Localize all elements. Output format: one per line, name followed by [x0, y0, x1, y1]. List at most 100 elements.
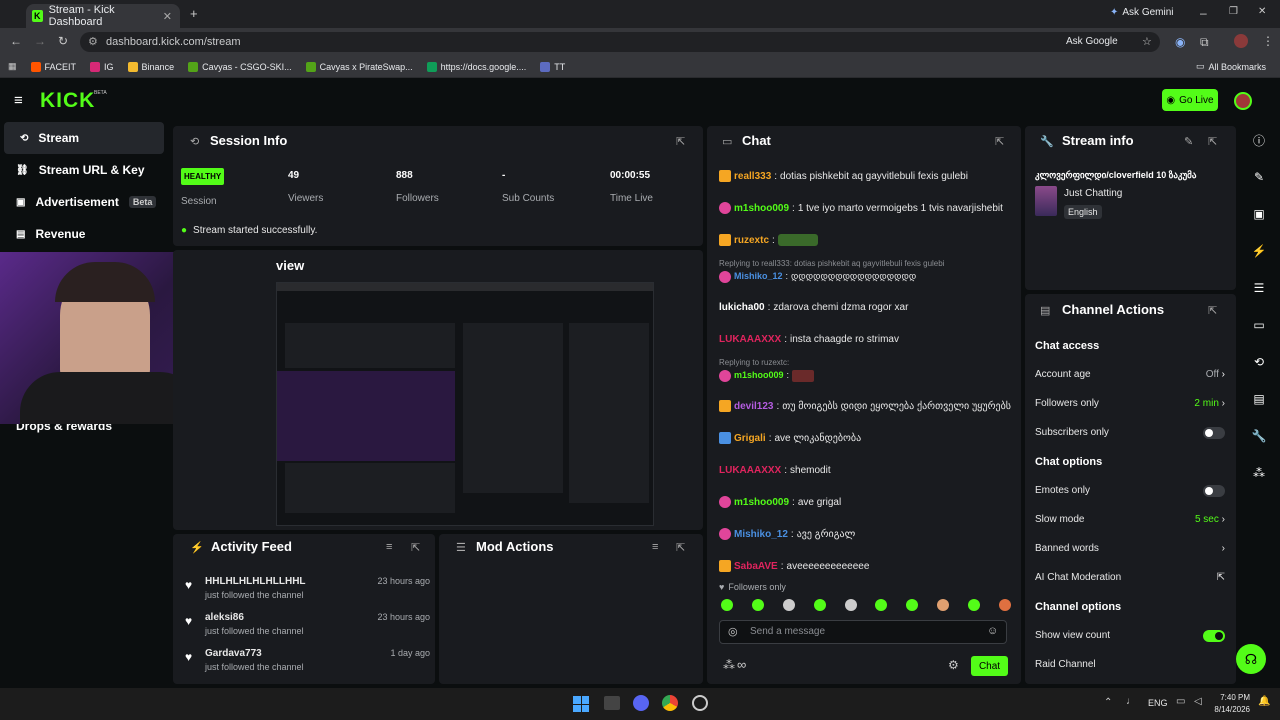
- chevron-right-icon: ›: [1221, 514, 1225, 525]
- emote-icon[interactable]: [721, 599, 733, 611]
- bookmark-docs[interactable]: https://docs.google....: [426, 61, 526, 72]
- taskbar-date[interactable]: 8/14/2026: [1212, 705, 1250, 714]
- edit-pencil-icon[interactable]: ✎: [1184, 135, 1193, 148]
- browser-tab[interactable]: K Stream - Kick Dashboard ✕: [26, 4, 180, 28]
- volume-icon[interactable]: ◁: [1194, 696, 1202, 707]
- popout-icon[interactable]: ⇱: [1208, 135, 1217, 148]
- emote-icon[interactable]: [875, 599, 888, 611]
- popout-icon[interactable]: ⇱: [676, 541, 685, 554]
- popout-icon[interactable]: ⇱: [676, 135, 685, 148]
- new-tab-icon[interactable]: +: [190, 6, 198, 21]
- chevron-up-icon[interactable]: ⌃: [1104, 697, 1112, 708]
- list-icon[interactable]: ☰: [1247, 276, 1271, 300]
- sidebar-item-stream[interactable]: ⟲ Stream: [4, 122, 164, 154]
- emote-icon[interactable]: [998, 599, 1011, 611]
- emote-icon[interactable]: [968, 599, 980, 611]
- emote-icon[interactable]: [906, 599, 919, 611]
- emote-icon[interactable]: [844, 599, 857, 611]
- bookmark-cavyas-pirateswap[interactable]: Cavyas x PirateSwap...: [305, 61, 413, 72]
- slow-mode-setting[interactable]: Slow mode 5 sec ›: [1035, 505, 1225, 534]
- user-badge-icon[interactable]: ◎: [728, 625, 738, 638]
- extension-icon[interactable]: ◉: [1175, 35, 1185, 49]
- bookmark-ig[interactable]: IG: [90, 61, 114, 72]
- notifications-icon[interactable]: 🔔: [1258, 696, 1270, 707]
- site-info-icon[interactable]: ⚙: [88, 32, 98, 52]
- discord-icon[interactable]: [633, 695, 649, 711]
- chat-input[interactable]: ◎ Send a message ☺: [719, 620, 1007, 644]
- microphone-icon[interactable]: ♩: [1126, 696, 1136, 707]
- lightning-icon[interactable]: ⚡: [1247, 239, 1271, 263]
- bookmark-cavyas-csgo[interactable]: Cavyas - CSGO-SKI...: [188, 61, 292, 72]
- banned-words-setting[interactable]: Banned words ›: [1035, 534, 1225, 563]
- info-icon[interactable]: ⓘ: [1247, 128, 1271, 152]
- chrome-icon[interactable]: [662, 695, 678, 711]
- close-window-icon[interactable]: ✕: [1258, 6, 1266, 17]
- emote-icon[interactable]: [813, 599, 826, 611]
- language-tag: English: [1064, 205, 1102, 219]
- emoji-icon[interactable]: ☺: [987, 625, 998, 637]
- popout-icon[interactable]: ⇱: [1208, 304, 1217, 317]
- filter-icon[interactable]: ≡: [652, 541, 658, 553]
- all-bookmarks[interactable]: ▭ All Bookmarks: [1196, 61, 1266, 72]
- maximize-icon[interactable]: ❐: [1229, 6, 1238, 17]
- chat-icon[interactable]: ▭: [1247, 313, 1271, 337]
- extensions-puzzle-icon[interactable]: ⧉: [1200, 35, 1209, 50]
- raid-channel-setting[interactable]: Raid Channel: [1035, 650, 1225, 679]
- profile-avatar[interactable]: [1234, 34, 1248, 48]
- wrench-icon[interactable]: 🔧: [1247, 424, 1271, 448]
- category-name[interactable]: Just Chatting: [1064, 188, 1122, 199]
- ask-gemini-button[interactable]: ✦ Ask Gemini: [1110, 7, 1174, 18]
- reload-icon[interactable]: ↻: [58, 34, 68, 48]
- apps-grid-icon[interactable]: ▦: [8, 61, 17, 72]
- users-icon[interactable]: ⁂: [1247, 461, 1271, 485]
- chat-message: m1shoo009: ave grigal: [719, 486, 1015, 518]
- emote-icon[interactable]: [751, 599, 764, 611]
- stream-preview-video[interactable]: [276, 282, 654, 526]
- chatters-icon[interactable]: ⁂: [723, 658, 735, 672]
- emote-icon[interactable]: [782, 599, 795, 611]
- bookmark-tt[interactable]: TT: [540, 61, 565, 72]
- show-view-count-setting: Show view count: [1035, 621, 1225, 650]
- send-chat-button[interactable]: Chat: [971, 656, 1008, 676]
- network-icon[interactable]: ▭: [1176, 696, 1185, 707]
- chat-settings-gear-icon[interactable]: ⚙: [948, 658, 959, 672]
- user-avatar[interactable]: [1234, 92, 1252, 110]
- steam-icon[interactable]: [692, 695, 708, 711]
- ask-google-button[interactable]: Ask Google: [1066, 32, 1118, 52]
- popout-icon[interactable]: ⇱: [411, 541, 420, 554]
- broadcast-icon[interactable]: ⟲: [1247, 350, 1271, 374]
- sidebar-item-advertisement[interactable]: ▣ Advertisement Beta: [0, 186, 168, 218]
- video-icon[interactable]: ▣: [1247, 202, 1271, 226]
- kick-logo[interactable]: KICK: [40, 89, 95, 113]
- show-view-count-toggle[interactable]: [1203, 629, 1225, 642]
- filter-icon[interactable]: ≡: [386, 541, 392, 553]
- minimize-icon[interactable]: –: [1200, 6, 1207, 20]
- edit-icon[interactable]: ✎: [1247, 165, 1271, 189]
- browser-menu-icon[interactable]: ⋮: [1262, 34, 1274, 48]
- support-headset-icon[interactable]: ☊: [1236, 644, 1266, 674]
- ai-chat-moderation-setting[interactable]: AI Chat Moderation ⇱: [1035, 563, 1225, 592]
- sidebar-item-stream-url-key[interactable]: ⛓ Stream URL & Key: [0, 154, 168, 186]
- url-field[interactable]: ⚙ dashboard.kick.com/stream Ask Google ☆: [80, 32, 1160, 52]
- emotes-only-toggle[interactable]: [1203, 484, 1225, 497]
- channel-actions-icon[interactable]: ▤: [1247, 387, 1271, 411]
- sidebar-item-revenue[interactable]: ▤ Revenue: [0, 218, 168, 250]
- file-explorer-icon[interactable]: [604, 696, 620, 710]
- close-tab-icon[interactable]: ✕: [163, 10, 172, 23]
- account-age-setting[interactable]: Account age Off ›: [1035, 360, 1225, 389]
- windows-start-icon[interactable]: [573, 696, 589, 712]
- bookmark-faceit[interactable]: FACEIT: [30, 61, 76, 72]
- input-language[interactable]: ENG: [1148, 698, 1168, 708]
- back-icon[interactable]: ←: [10, 34, 22, 48]
- taskbar-time[interactable]: 7:40 PM: [1212, 693, 1250, 702]
- hamburger-menu-icon[interactable]: ≡: [14, 92, 23, 109]
- go-live-button[interactable]: ◉ Go Live: [1162, 89, 1218, 111]
- bookmark-binance[interactable]: Binance: [127, 61, 174, 72]
- popout-icon[interactable]: ⇱: [995, 135, 1004, 148]
- bookmark-star-icon[interactable]: ☆: [1142, 32, 1152, 52]
- emote-icon[interactable]: [937, 599, 950, 611]
- forward-icon[interactable]: →: [34, 34, 46, 48]
- followers-only-setting[interactable]: Followers only 2 min ›: [1035, 389, 1225, 418]
- subscribers-only-toggle[interactable]: [1203, 426, 1225, 439]
- infinity-icon[interactable]: ∞: [737, 657, 746, 672]
